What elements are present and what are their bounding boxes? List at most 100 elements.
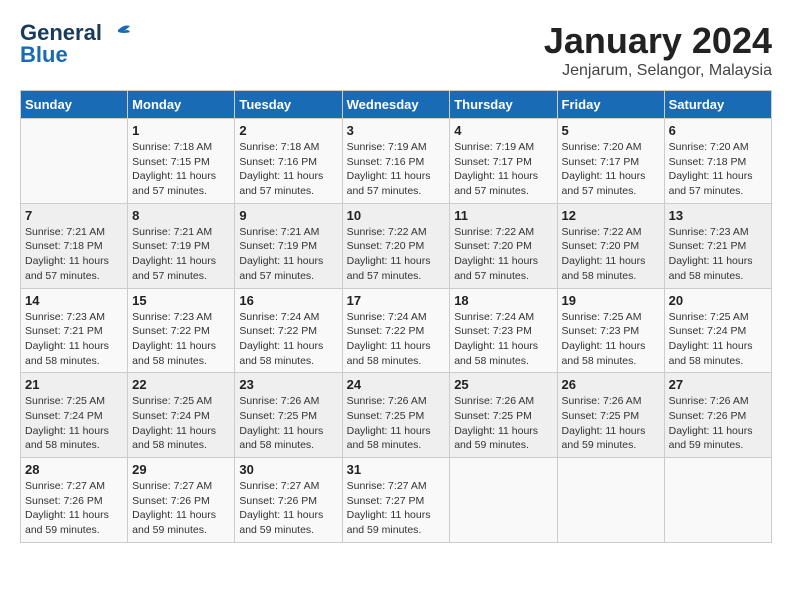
day-number: 20 (669, 293, 767, 308)
day-number: 6 (669, 123, 767, 138)
day-cell: 25 Sunrise: 7:26 AM Sunset: 7:25 PM Dayli… (450, 373, 557, 458)
calendar-table: SundayMondayTuesdayWednesdayThursdayFrid… (20, 90, 772, 543)
day-info: Sunrise: 7:20 AM Sunset: 7:18 PM Dayligh… (669, 140, 767, 199)
title-area: January 2024 Jenjarum, Selangor, Malaysi… (544, 20, 772, 80)
day-info: Sunrise: 7:22 AM Sunset: 7:20 PM Dayligh… (347, 225, 446, 284)
day-info: Sunrise: 7:22 AM Sunset: 7:20 PM Dayligh… (562, 225, 660, 284)
day-cell: 20Sunrise: 7:25 AM Sunset: 7:24 PM Dayli… (664, 288, 771, 373)
day-cell: 30 Sunrise: 7:27 AM Sunset: 7:26 PM Dayli… (235, 458, 342, 543)
calendar-title: January 2024 (544, 20, 772, 62)
day-cell (21, 119, 128, 204)
day-cell: 11 Sunrise: 7:22 AM Sunset: 7:20 PM Dayli… (450, 203, 557, 288)
day-cell: 21 Sunrise: 7:25 AM Sunset: 7:24 PM Dayli… (21, 373, 128, 458)
day-info: Sunrise: 7:23 AM Sunset: 7:21 PM Dayligh… (25, 310, 123, 369)
day-info: Sunrise: 7:18 AM Sunset: 7:15 PM Dayligh… (132, 140, 230, 199)
column-header-sunday: Sunday (21, 91, 128, 119)
day-cell: 24 Sunrise: 7:26 AM Sunset: 7:25 PM Dayli… (342, 373, 450, 458)
week-row-2: 7Sunrise: 7:21 AM Sunset: 7:18 PM Daylig… (21, 203, 772, 288)
day-number: 2 (239, 123, 337, 138)
day-cell: 4 Sunrise: 7:19 AM Sunset: 7:17 PM Daylig… (450, 119, 557, 204)
day-number: 3 (347, 123, 446, 138)
day-cell: 17 Sunrise: 7:24 AM Sunset: 7:22 PM Dayli… (342, 288, 450, 373)
column-header-friday: Friday (557, 91, 664, 119)
day-number: 27 (669, 377, 767, 392)
day-number: 16 (239, 293, 337, 308)
day-info: Sunrise: 7:26 AM Sunset: 7:26 PM Dayligh… (669, 394, 767, 453)
day-number: 25 (454, 377, 552, 392)
day-number: 18 (454, 293, 552, 308)
day-info: Sunrise: 7:23 AM Sunset: 7:21 PM Dayligh… (669, 225, 767, 284)
day-number: 23 (239, 377, 337, 392)
day-cell: 16 Sunrise: 7:24 AM Sunset: 7:22 PM Dayli… (235, 288, 342, 373)
day-cell (450, 458, 557, 543)
column-header-tuesday: Tuesday (235, 91, 342, 119)
day-info: Sunrise: 7:26 AM Sunset: 7:25 PM Dayligh… (239, 394, 337, 453)
day-cell: 18 Sunrise: 7:24 AM Sunset: 7:23 PM Dayli… (450, 288, 557, 373)
day-info: Sunrise: 7:24 AM Sunset: 7:22 PM Dayligh… (347, 310, 446, 369)
day-cell: 19Sunrise: 7:25 AM Sunset: 7:23 PM Dayli… (557, 288, 664, 373)
day-info: Sunrise: 7:21 AM Sunset: 7:18 PM Dayligh… (25, 225, 123, 284)
day-cell: 7Sunrise: 7:21 AM Sunset: 7:18 PM Daylig… (21, 203, 128, 288)
day-cell: 31 Sunrise: 7:27 AM Sunset: 7:27 PM Dayli… (342, 458, 450, 543)
day-cell: 3Sunrise: 7:19 AM Sunset: 7:16 PM Daylig… (342, 119, 450, 204)
column-header-monday: Monday (128, 91, 235, 119)
day-info: Sunrise: 7:20 AM Sunset: 7:17 PM Dayligh… (562, 140, 660, 199)
day-number: 14 (25, 293, 123, 308)
day-cell: 14 Sunrise: 7:23 AM Sunset: 7:21 PM Dayli… (21, 288, 128, 373)
day-number: 31 (347, 462, 446, 477)
day-cell: 6 Sunrise: 7:20 AM Sunset: 7:18 PM Daylig… (664, 119, 771, 204)
week-row-3: 14 Sunrise: 7:23 AM Sunset: 7:21 PM Dayli… (21, 288, 772, 373)
day-info: Sunrise: 7:21 AM Sunset: 7:19 PM Dayligh… (239, 225, 337, 284)
calendar-subtitle: Jenjarum, Selangor, Malaysia (544, 62, 772, 80)
day-info: Sunrise: 7:27 AM Sunset: 7:26 PM Dayligh… (239, 479, 337, 538)
day-cell: 23 Sunrise: 7:26 AM Sunset: 7:25 PM Dayli… (235, 373, 342, 458)
day-cell: 13 Sunrise: 7:23 AM Sunset: 7:21 PM Dayli… (664, 203, 771, 288)
day-info: Sunrise: 7:18 AM Sunset: 7:16 PM Dayligh… (239, 140, 337, 199)
day-number: 19 (562, 293, 660, 308)
column-header-wednesday: Wednesday (342, 91, 450, 119)
day-number: 21 (25, 377, 123, 392)
day-info: Sunrise: 7:26 AM Sunset: 7:25 PM Dayligh… (347, 394, 446, 453)
day-info: Sunrise: 7:24 AM Sunset: 7:22 PM Dayligh… (239, 310, 337, 369)
day-number: 28 (25, 462, 123, 477)
day-info: Sunrise: 7:22 AM Sunset: 7:20 PM Dayligh… (454, 225, 552, 284)
day-cell: 27 Sunrise: 7:26 AM Sunset: 7:26 PM Dayli… (664, 373, 771, 458)
day-number: 4 (454, 123, 552, 138)
day-info: Sunrise: 7:24 AM Sunset: 7:23 PM Dayligh… (454, 310, 552, 369)
day-number: 13 (669, 208, 767, 223)
day-number: 29 (132, 462, 230, 477)
day-info: Sunrise: 7:27 AM Sunset: 7:26 PM Dayligh… (25, 479, 123, 538)
day-number: 17 (347, 293, 446, 308)
day-cell: 9 Sunrise: 7:21 AM Sunset: 7:19 PM Daylig… (235, 203, 342, 288)
week-row-5: 28 Sunrise: 7:27 AM Sunset: 7:26 PM Dayli… (21, 458, 772, 543)
logo-blue: Blue (20, 42, 68, 68)
day-info: Sunrise: 7:26 AM Sunset: 7:25 PM Dayligh… (454, 394, 552, 453)
day-number: 24 (347, 377, 446, 392)
day-cell: 2 Sunrise: 7:18 AM Sunset: 7:16 PM Daylig… (235, 119, 342, 204)
header: General Blue January 2024 Jenjarum, Sela… (20, 20, 772, 80)
day-number: 10 (347, 208, 446, 223)
day-cell: 1Sunrise: 7:18 AM Sunset: 7:15 PM Daylig… (128, 119, 235, 204)
calendar-header-row: SundayMondayTuesdayWednesdayThursdayFrid… (21, 91, 772, 119)
day-cell: 5Sunrise: 7:20 AM Sunset: 7:17 PM Daylig… (557, 119, 664, 204)
day-cell: 28 Sunrise: 7:27 AM Sunset: 7:26 PM Dayli… (21, 458, 128, 543)
logo-bird-icon (104, 22, 132, 44)
week-row-1: 1Sunrise: 7:18 AM Sunset: 7:15 PM Daylig… (21, 119, 772, 204)
day-number: 22 (132, 377, 230, 392)
day-cell: 8Sunrise: 7:21 AM Sunset: 7:19 PM Daylig… (128, 203, 235, 288)
day-number: 9 (239, 208, 337, 223)
day-info: Sunrise: 7:26 AM Sunset: 7:25 PM Dayligh… (562, 394, 660, 453)
day-info: Sunrise: 7:19 AM Sunset: 7:17 PM Dayligh… (454, 140, 552, 199)
week-row-4: 21 Sunrise: 7:25 AM Sunset: 7:24 PM Dayli… (21, 373, 772, 458)
day-info: Sunrise: 7:23 AM Sunset: 7:22 PM Dayligh… (132, 310, 230, 369)
day-number: 26 (562, 377, 660, 392)
day-cell (557, 458, 664, 543)
day-cell: 10 Sunrise: 7:22 AM Sunset: 7:20 PM Dayli… (342, 203, 450, 288)
day-cell: 29Sunrise: 7:27 AM Sunset: 7:26 PM Dayli… (128, 458, 235, 543)
day-number: 30 (239, 462, 337, 477)
day-info: Sunrise: 7:25 AM Sunset: 7:24 PM Dayligh… (25, 394, 123, 453)
day-info: Sunrise: 7:27 AM Sunset: 7:27 PM Dayligh… (347, 479, 446, 538)
day-info: Sunrise: 7:25 AM Sunset: 7:24 PM Dayligh… (132, 394, 230, 453)
day-number: 11 (454, 208, 552, 223)
day-number: 8 (132, 208, 230, 223)
